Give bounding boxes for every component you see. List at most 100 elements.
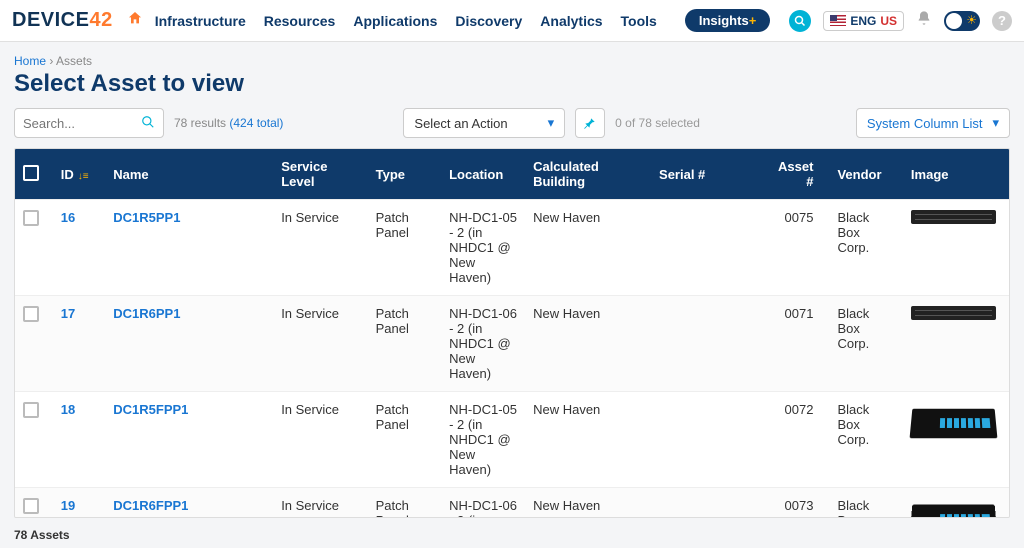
action-select-label: Select an Action: [414, 116, 507, 131]
col-select-all: [15, 149, 53, 200]
sun-icon: ☀: [966, 13, 977, 27]
cell-name[interactable]: DC1R6FPP1: [105, 488, 273, 519]
asset-table-wrap[interactable]: ID↓≡ Name Service Level Type Location Ca…: [14, 148, 1010, 518]
cell-building: New Haven: [525, 488, 651, 519]
search-box[interactable]: [14, 108, 164, 138]
cell-name[interactable]: DC1R5PP1: [105, 200, 273, 296]
global-search-icon[interactable]: [789, 10, 811, 32]
col-asset[interactable]: Asset #: [766, 149, 829, 200]
col-name[interactable]: Name: [105, 149, 273, 200]
cell-service: In Service: [273, 392, 367, 488]
cell-asset: 0075: [766, 200, 829, 296]
cell-building: New Haven: [525, 200, 651, 296]
nav-tools[interactable]: Tools: [621, 13, 657, 29]
theme-toggle[interactable]: ☀: [944, 11, 980, 31]
insights-label: Insights: [699, 13, 749, 28]
selection-info: 0 of 78 selected: [615, 116, 700, 130]
cell-asset: 0073: [766, 488, 829, 519]
notifications-icon[interactable]: [916, 10, 932, 31]
cell-image: [903, 392, 1009, 488]
cell-serial: [651, 488, 766, 519]
cell-image: [903, 488, 1009, 519]
cell-type: Patch Panel: [368, 392, 441, 488]
home-icon[interactable]: [127, 10, 143, 31]
cell-type: Patch Panel: [368, 488, 441, 519]
device-image: [911, 210, 996, 224]
row-checkbox[interactable]: [23, 210, 39, 226]
sort-icon: ↓≡: [78, 171, 89, 182]
pin-icon[interactable]: [575, 108, 605, 138]
asset-table: ID↓≡ Name Service Level Type Location Ca…: [15, 149, 1009, 518]
cell-id[interactable]: 18: [53, 392, 105, 488]
nav-analytics[interactable]: Analytics: [540, 13, 602, 29]
language-selector[interactable]: ENG US: [823, 11, 904, 31]
cell-building: New Haven: [525, 392, 651, 488]
device-image: [909, 409, 997, 439]
table-header: ID↓≡ Name Service Level Type Location Ca…: [15, 149, 1009, 200]
breadcrumb-current: Assets: [56, 54, 92, 68]
chevron-down-icon: ▾: [992, 115, 999, 131]
column-list-select[interactable]: System Column List ▾: [856, 108, 1010, 138]
lang-label: ENG: [850, 14, 876, 28]
cell-vendor: Black Box Corp.: [829, 200, 902, 296]
table-row: 18DC1R5FPP1In ServicePatch PanelNH-DC1-0…: [15, 392, 1009, 488]
brand-text-2: 42: [89, 9, 112, 31]
brand-text-1: DEVICE: [12, 9, 89, 31]
cell-id[interactable]: 17: [53, 296, 105, 392]
device-image: [911, 306, 996, 320]
cell-asset: 0072: [766, 392, 829, 488]
cell-vendor: Black Box Corp.: [829, 296, 902, 392]
plus-icon: +: [749, 13, 757, 28]
search-icon[interactable]: [141, 115, 155, 132]
col-image[interactable]: Image: [903, 149, 1009, 200]
row-checkbox[interactable]: [23, 498, 39, 514]
nav-menu: Infrastructure Resources Applications Di…: [155, 9, 771, 32]
cell-image: [903, 200, 1009, 296]
nav-discovery[interactable]: Discovery: [455, 13, 522, 29]
col-vendor[interactable]: Vendor: [829, 149, 902, 200]
flag-icon: [830, 15, 846, 26]
device-image: [909, 505, 997, 518]
nav-applications[interactable]: Applications: [353, 13, 437, 29]
brand-logo: DEVICE42: [12, 9, 113, 32]
results-info: 78 results (424 total): [174, 116, 283, 130]
cell-location: NH-DC1-06 - 2 (in: [441, 488, 525, 519]
select-all-checkbox[interactable]: [23, 165, 39, 181]
cell-type: Patch Panel: [368, 200, 441, 296]
footer-count: 78 Assets: [14, 528, 70, 542]
row-checkbox[interactable]: [23, 306, 39, 322]
cell-service: In Service: [273, 488, 367, 519]
col-id[interactable]: ID↓≡: [53, 149, 105, 200]
help-icon[interactable]: ?: [992, 11, 1012, 31]
col-service[interactable]: Service Level: [273, 149, 367, 200]
col-building[interactable]: Calculated Building: [525, 149, 651, 200]
insights-button[interactable]: Insights+: [685, 9, 770, 32]
page-title: Select Asset to view: [14, 70, 1010, 98]
cell-building: New Haven: [525, 296, 651, 392]
search-input[interactable]: [23, 116, 141, 131]
col-type[interactable]: Type: [368, 149, 441, 200]
topbar-right: ENG US ☀ ?: [789, 10, 1012, 32]
cell-name[interactable]: DC1R6PP1: [105, 296, 273, 392]
cell-id[interactable]: 19: [53, 488, 105, 519]
results-count: 78 results: [174, 116, 226, 130]
cell-serial: [651, 200, 766, 296]
action-select[interactable]: Select an Action ▾: [403, 108, 565, 138]
col-location[interactable]: Location: [441, 149, 525, 200]
results-total[interactable]: (424 total): [229, 116, 283, 130]
chevron-down-icon: ▾: [548, 115, 555, 131]
nav-infrastructure[interactable]: Infrastructure: [155, 13, 246, 29]
table-body: 16DC1R5PP1In ServicePatch PanelNH-DC1-05…: [15, 200, 1009, 519]
row-checkbox[interactable]: [23, 402, 39, 418]
nav-resources[interactable]: Resources: [264, 13, 336, 29]
cell-name[interactable]: DC1R5FPP1: [105, 392, 273, 488]
breadcrumb: Home › Assets: [14, 54, 1010, 68]
col-serial[interactable]: Serial #: [651, 149, 766, 200]
cell-image: [903, 296, 1009, 392]
cell-type: Patch Panel: [368, 296, 441, 392]
cell-service: In Service: [273, 200, 367, 296]
cell-id[interactable]: 16: [53, 200, 105, 296]
breadcrumb-home[interactable]: Home: [14, 54, 46, 68]
cell-serial: [651, 296, 766, 392]
cell-service: In Service: [273, 296, 367, 392]
